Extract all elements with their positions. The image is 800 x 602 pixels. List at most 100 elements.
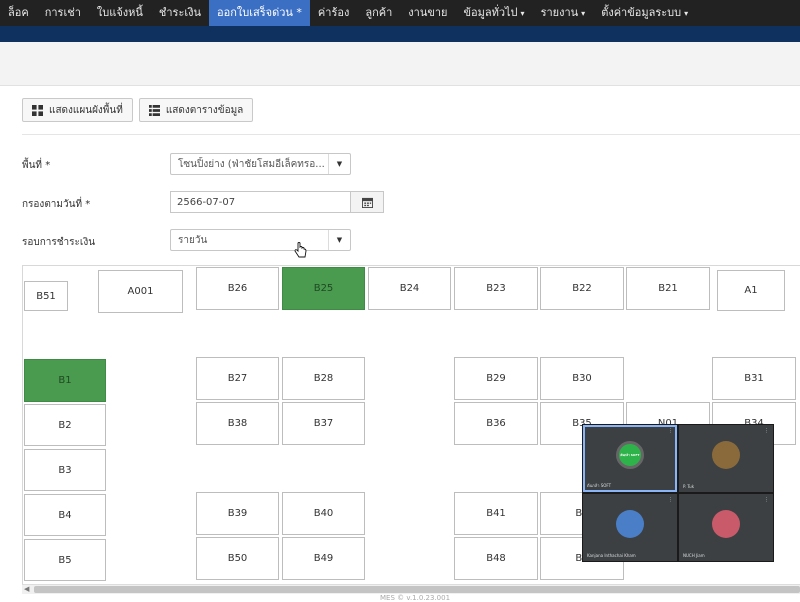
stall-5[interactable]: B23 bbox=[454, 267, 538, 310]
stall-22[interactable]: B3 bbox=[24, 449, 106, 491]
participant-tile[interactable]: ⋮ Kanjana Inthachai Kham bbox=[583, 494, 677, 561]
stall-label: B2 bbox=[58, 419, 72, 431]
nav-item-label: ข้อมูลทั่วไป bbox=[463, 6, 518, 19]
hand-cursor-icon bbox=[294, 242, 307, 258]
stall-15[interactable]: B2 bbox=[24, 404, 106, 446]
more-options-icon[interactable]: ⋮ bbox=[764, 428, 769, 434]
stall-label: B37 bbox=[313, 418, 334, 429]
area-select[interactable]: โซนปิ้งย่าง (ฟ่าชัยโสมอีเล็คทรอ... ▼ bbox=[170, 153, 351, 175]
nav-item-9[interactable]: รายงาน ▾ bbox=[533, 0, 594, 26]
stall-label: B49 bbox=[313, 553, 334, 564]
stall-label: B4 bbox=[58, 509, 72, 521]
nav-item-label: ตั้งค่าข้อมูลระบบ bbox=[601, 6, 682, 19]
nav-item-5[interactable]: ค่าร้อง bbox=[310, 0, 357, 26]
nav-item-6[interactable]: ลูกค้า bbox=[357, 0, 400, 26]
stall-6[interactable]: B22 bbox=[540, 267, 624, 310]
date-value: 2566-07-07 bbox=[177, 196, 236, 208]
stall-31[interactable]: B48 bbox=[454, 537, 538, 580]
stall-label: B26 bbox=[227, 283, 248, 294]
stall-25[interactable]: B40 bbox=[282, 492, 365, 535]
participant-tile[interactable]: ⋮ P. Tuk bbox=[679, 425, 773, 492]
participant-tile[interactable]: ต้นกล้า SOFT ⋮ ต้นกล้า SOFT bbox=[583, 425, 677, 492]
more-options-icon[interactable]: ⋮ bbox=[668, 428, 673, 434]
stall-17[interactable]: B37 bbox=[282, 402, 365, 445]
participant-avatar bbox=[712, 510, 740, 538]
nav-item-4[interactable]: ออกใบเสร็จด่วน * bbox=[209, 0, 310, 26]
payment-cycle-select[interactable]: รายวัน ▼ bbox=[170, 229, 351, 251]
nav-item-10[interactable]: ตั้งค่าข้อมูลระบบ ▾ bbox=[593, 0, 696, 26]
payment-cycle-label: รอบการชำระเงิน bbox=[22, 237, 96, 248]
nav-item-label: ออกใบเสร็จด่วน * bbox=[217, 6, 302, 19]
nav-item-3[interactable]: ชำระเงิน bbox=[151, 0, 209, 26]
stall-3[interactable]: B25 bbox=[282, 267, 365, 310]
stall-0[interactable]: B51 bbox=[24, 281, 68, 311]
stall-label: B50 bbox=[227, 553, 248, 564]
map-horizontal-scrollbar[interactable]: ◀ bbox=[22, 584, 800, 594]
section-divider bbox=[22, 134, 800, 135]
stall-14[interactable]: B31 bbox=[712, 357, 796, 400]
stall-label: A1 bbox=[744, 285, 758, 296]
nav-item-label: ใบแจ้งหนี้ bbox=[96, 6, 143, 19]
show-map-button[interactable]: แสดงแผนผังพื้นที่ bbox=[22, 98, 133, 122]
stall-28[interactable]: B5 bbox=[24, 539, 106, 581]
stall-label: B51 bbox=[36, 290, 56, 302]
stall-label: B23 bbox=[486, 283, 506, 294]
nav-item-label: ค่าร้อง bbox=[317, 6, 350, 19]
scroll-left-arrow-icon[interactable]: ◀ bbox=[24, 585, 29, 593]
stall-30[interactable]: B49 bbox=[282, 537, 365, 580]
caret-down-icon: ▾ bbox=[684, 9, 689, 18]
stall-label: B1 bbox=[58, 375, 72, 386]
page-header-area bbox=[0, 42, 800, 86]
caret-down-icon: ▾ bbox=[581, 9, 586, 18]
stall-label: B48 bbox=[486, 553, 506, 564]
stall-4[interactable]: B24 bbox=[368, 267, 451, 310]
stall-29[interactable]: B50 bbox=[196, 537, 279, 580]
nav-item-7[interactable]: งานขาย bbox=[400, 0, 455, 26]
calendar-icon bbox=[361, 197, 373, 208]
stall-10[interactable]: B27 bbox=[196, 357, 279, 400]
nav-item-2[interactable]: ใบแจ้งหนี้ bbox=[89, 0, 151, 26]
caret-down-icon: ▾ bbox=[520, 9, 525, 18]
stall-label: B25 bbox=[313, 283, 334, 294]
stall-12[interactable]: B29 bbox=[454, 357, 538, 400]
stall-8[interactable]: A1 bbox=[717, 270, 785, 311]
nav-item-label: งานขาย bbox=[408, 6, 448, 19]
stall-23[interactable]: B4 bbox=[24, 494, 106, 536]
participant-name: ต้นกล้า SOFT bbox=[587, 483, 612, 488]
participant-name: Kanjana Inthachai Kham bbox=[587, 553, 636, 558]
nav-item-0[interactable]: ล็อค bbox=[0, 0, 37, 26]
more-options-icon[interactable]: ⋮ bbox=[764, 497, 769, 503]
show-table-button[interactable]: แสดงตารางข้อมูล bbox=[138, 98, 254, 122]
stall-label: B5 bbox=[58, 554, 72, 566]
stall-label: B36 bbox=[486, 418, 506, 429]
nav-item-8[interactable]: ข้อมูลทั่วไป ▾ bbox=[455, 0, 532, 26]
scrollbar-thumb[interactable] bbox=[34, 586, 800, 593]
nav-item-1[interactable]: การเช่า bbox=[37, 0, 89, 26]
stall-9[interactable]: B1 bbox=[24, 359, 106, 402]
more-options-icon[interactable]: ⋮ bbox=[668, 497, 673, 503]
nav-item-label: รายงาน bbox=[540, 6, 579, 19]
stall-13[interactable]: B30 bbox=[540, 357, 624, 400]
video-call-overlay: ต้นกล้า SOFT ⋮ ต้นกล้า SOFT ⋮ P. Tuk ⋮ Kanjana… bbox=[582, 424, 774, 562]
nav-item-label: ลูกค้า bbox=[365, 6, 393, 19]
stall-7[interactable]: B21 bbox=[626, 267, 710, 310]
stall-label: B28 bbox=[313, 373, 334, 384]
caret-down-icon: ▼ bbox=[328, 154, 350, 174]
participant-name: NUCH Jiam bbox=[683, 553, 705, 558]
participant-tile[interactable]: ⋮ NUCH Jiam bbox=[679, 494, 773, 561]
stall-11[interactable]: B28 bbox=[282, 357, 365, 400]
stall-label: B40 bbox=[313, 508, 334, 519]
header-strip bbox=[0, 26, 800, 42]
stall-1[interactable]: A001 bbox=[98, 270, 183, 313]
stall-label: B41 bbox=[486, 508, 506, 519]
stall-label: B38 bbox=[227, 418, 248, 429]
stall-2[interactable]: B26 bbox=[196, 267, 279, 310]
date-filter-input[interactable]: 2566-07-07 bbox=[170, 191, 350, 213]
stall-18[interactable]: B36 bbox=[454, 402, 538, 445]
stall-26[interactable]: B41 bbox=[454, 492, 538, 535]
stall-24[interactable]: B39 bbox=[196, 492, 279, 535]
calendar-button[interactable] bbox=[350, 191, 384, 213]
stall-16[interactable]: B38 bbox=[196, 402, 279, 445]
participant-name: P. Tuk bbox=[683, 484, 695, 489]
company-logo-avatar: ต้นกล้า SOFT bbox=[616, 441, 644, 469]
